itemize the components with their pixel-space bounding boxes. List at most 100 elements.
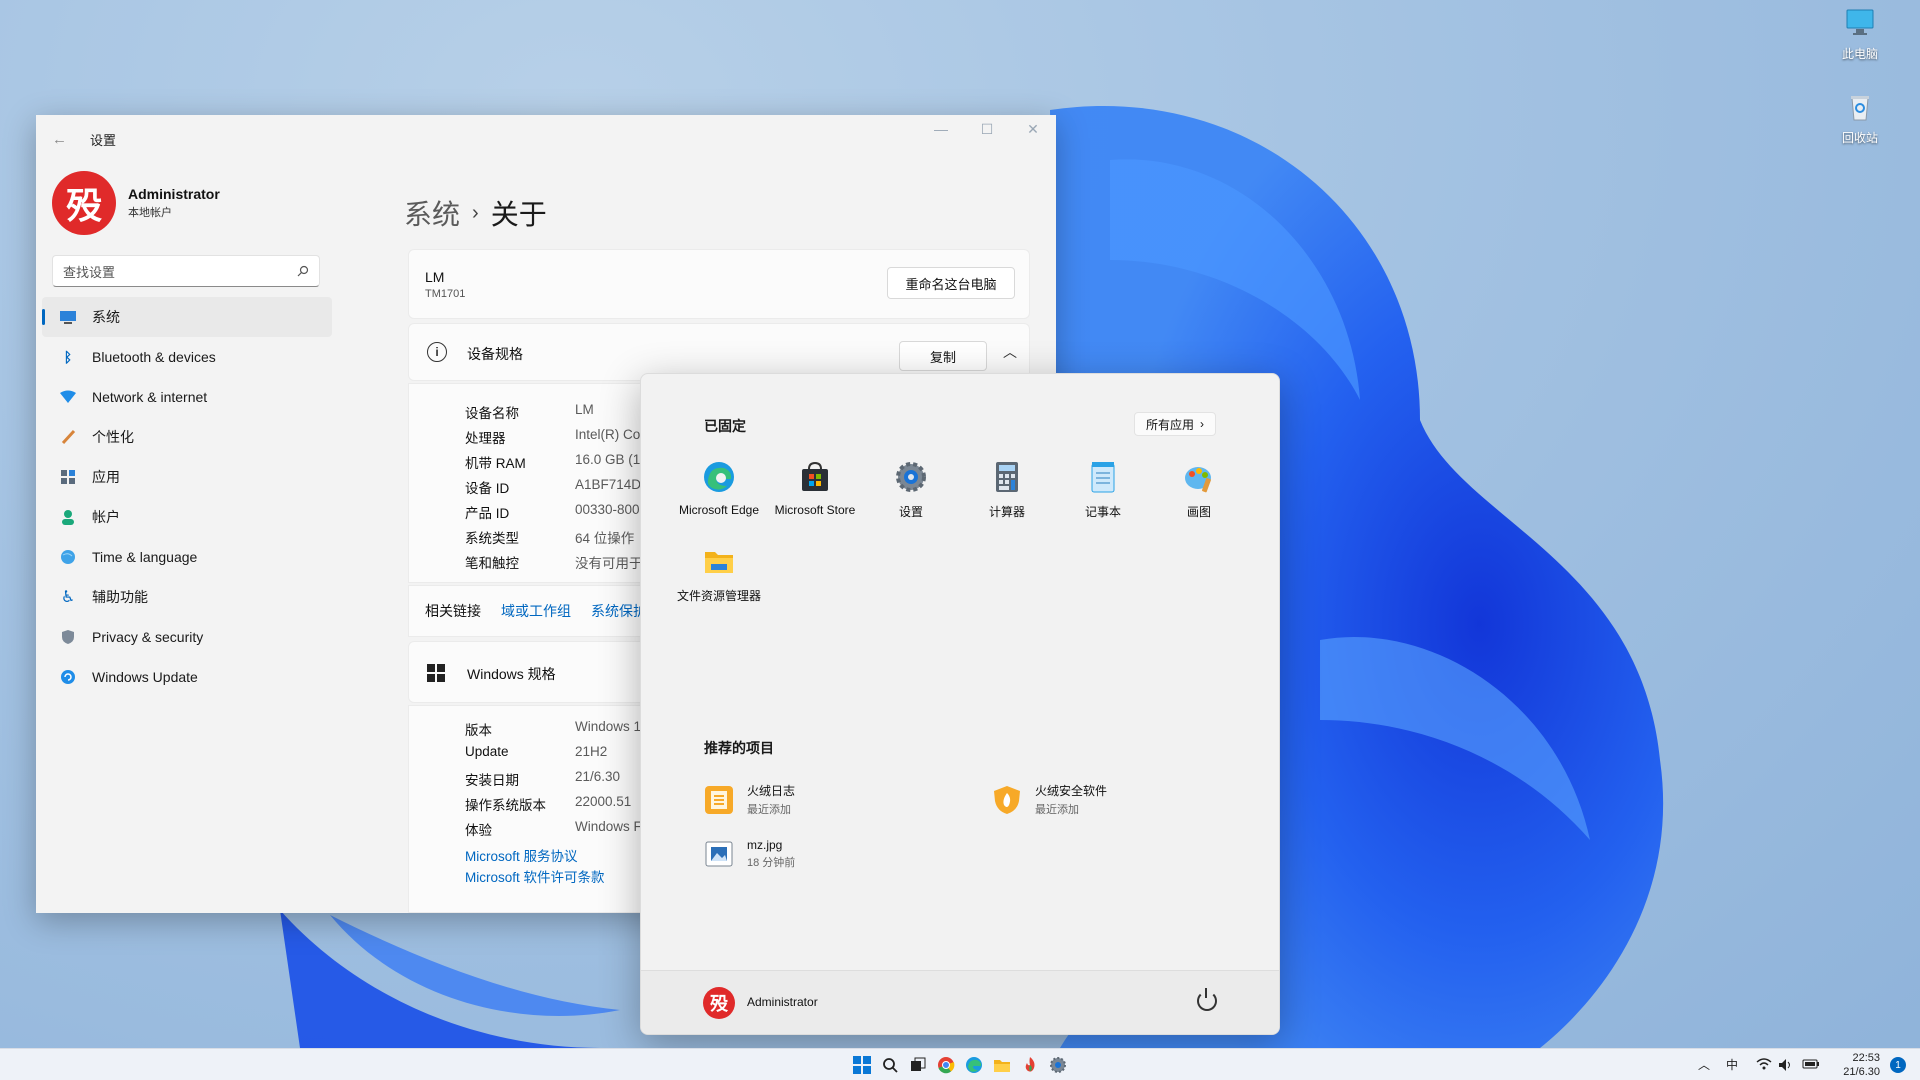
- settings-gear-icon[interactable]: [1048, 1055, 1068, 1075]
- monitor-icon: [1846, 9, 1874, 35]
- user-name[interactable]: Administrator: [747, 995, 818, 1009]
- spec-value: Windows 1: [575, 719, 642, 734]
- sidebar-item-bluetooth[interactable]: ᛒ Bluetooth & devices: [42, 337, 332, 377]
- domain-workgroup-link[interactable]: 域或工作组: [501, 601, 571, 621]
- start-menu: 已固定 所有应用 › Microsoft Edge Microsoft Stor…: [640, 373, 1280, 1035]
- battery-icon[interactable]: [1802, 1058, 1820, 1070]
- taskbar-clock[interactable]: 22:53 21/6.30: [1843, 1051, 1880, 1079]
- chevron-up-icon[interactable]: ︿: [1003, 342, 1017, 362]
- recommended-item-title: mz.jpg: [747, 838, 783, 852]
- all-apps-button[interactable]: 所有应用 ›: [1134, 412, 1216, 436]
- spec-value: 21/6.30: [575, 769, 621, 784]
- apps-icon: [58, 467, 78, 487]
- spec-label: 处理器: [465, 431, 506, 446]
- chrome-icon[interactable]: [936, 1055, 956, 1075]
- maximize-icon[interactable]: ☐: [964, 121, 1010, 138]
- edge-icon[interactable]: [964, 1055, 984, 1075]
- person-icon: [58, 507, 78, 527]
- recommended-item[interactable]: 火绒安全软件 最近添加: [991, 782, 1107, 817]
- desktop-icon-recycle-bin[interactable]: 回收站: [1820, 92, 1900, 146]
- back-arrow-icon[interactable]: ←: [52, 131, 72, 148]
- pinned-app-notepad[interactable]: 记事本: [1055, 460, 1151, 520]
- pinned-app-file-explorer[interactable]: 文件资源管理器: [671, 544, 767, 604]
- file-explorer-icon[interactable]: [992, 1055, 1012, 1075]
- pinned-app-label: Microsoft Edge: [678, 503, 760, 517]
- pinned-app-store[interactable]: Microsoft Store: [767, 460, 863, 517]
- paint-icon: [1185, 467, 1211, 493]
- spec-value: 64 位操作: [575, 531, 635, 546]
- sidebar-item-label: 应用: [92, 469, 120, 485]
- recommended-item-sub: 18 分钟前: [747, 857, 796, 869]
- pc-name-card: LM TM1701 重命名这台电脑: [408, 249, 1030, 319]
- recommended-title: 推荐的项目: [704, 740, 774, 756]
- search-input[interactable]: 查找设置: [52, 255, 320, 287]
- settings-gear-icon: [896, 462, 926, 492]
- chevron-up-icon[interactable]: ︿: [1698, 1056, 1710, 1073]
- spec-label: Update: [465, 744, 509, 759]
- ms-services-agreement-link[interactable]: Microsoft 服务协议: [465, 845, 578, 865]
- volume-icon[interactable]: [1778, 1058, 1794, 1072]
- spec-label: 设备 ID: [465, 481, 510, 496]
- pinned-app-settings[interactable]: 设置: [863, 460, 959, 520]
- taskbar: ︿ 中 22:53 21/6.30 1: [0, 1048, 1920, 1080]
- sidebar-item-label: Time & language: [92, 549, 198, 565]
- spec-value: Intel(R) Co: [575, 427, 641, 442]
- task-view-icon[interactable]: [908, 1055, 928, 1075]
- huorong-shield-icon: [994, 785, 1020, 814]
- sidebar-item-label: 个性化: [92, 429, 134, 445]
- recycle-bin-icon: [1851, 96, 1869, 121]
- sidebar-item-windows-update[interactable]: Windows Update: [42, 657, 332, 697]
- spec-value: 22000.51: [575, 794, 632, 809]
- user-profile[interactable]: 殁 Administrator 本地帐户: [52, 171, 220, 235]
- close-icon[interactable]: ✕: [1010, 121, 1056, 138]
- spec-label: 设备名称: [465, 406, 519, 421]
- shield-icon: [58, 627, 78, 647]
- sidebar-item-personalization[interactable]: 个性化: [42, 417, 332, 457]
- start-button[interactable]: [852, 1055, 872, 1075]
- sidebar-item-apps[interactable]: 应用: [42, 457, 332, 497]
- brush-icon: [58, 427, 78, 447]
- minimize-icon[interactable]: —: [918, 121, 964, 138]
- windows-logo-icon: [853, 1056, 871, 1074]
- spec-label: 版本: [465, 723, 492, 738]
- sidebar-item-privacy[interactable]: Privacy & security: [42, 617, 332, 657]
- recommended-item[interactable]: mz.jpg 18 分钟前: [703, 838, 795, 870]
- calculator-icon: [996, 462, 1018, 492]
- spec-value: 21H2: [575, 744, 608, 759]
- taskbar-search-icon[interactable]: [880, 1055, 900, 1075]
- sidebar-item-network[interactable]: Network & internet: [42, 377, 332, 417]
- rename-pc-button[interactable]: 重命名这台电脑: [887, 267, 1015, 299]
- windows-spec-title: Windows 规格: [467, 666, 556, 682]
- ms-license-terms-link[interactable]: Microsoft 软件许可条款: [465, 866, 605, 886]
- sidebar-item-accounts[interactable]: 帐户: [42, 497, 332, 537]
- all-apps-label: 所有应用: [1145, 417, 1194, 432]
- notification-badge[interactable]: 1: [1890, 1057, 1906, 1073]
- sidebar-item-label: Network & internet: [92, 389, 208, 405]
- pinned-app-label: 文件资源管理器: [676, 589, 761, 603]
- sidebar-item-accessibility[interactable]: ♿ 辅助功能: [42, 577, 332, 617]
- clock-time: 22:53: [1852, 1052, 1880, 1064]
- sidebar-item-system[interactable]: 系统: [42, 297, 332, 337]
- folder-icon: [705, 552, 733, 573]
- power-icon[interactable]: [1197, 988, 1217, 1011]
- ime-indicator[interactable]: 中: [1726, 1056, 1738, 1073]
- notepad-icon: [1091, 462, 1115, 493]
- desktop-icon-label: 此电脑: [1841, 47, 1878, 61]
- wifi-icon[interactable]: [1756, 1058, 1772, 1070]
- sidebar-item-label: Privacy & security: [92, 629, 204, 645]
- huorong-icon[interactable]: [1020, 1055, 1040, 1075]
- spec-label: 笔和触控: [465, 556, 519, 571]
- spec-value: 16.0 GB (15: [575, 452, 648, 467]
- recommended-item[interactable]: 火绒日志 最近添加: [703, 782, 795, 817]
- system-protection-link[interactable]: 系统保护: [591, 601, 647, 621]
- desktop-icon-this-pc[interactable]: 此电脑: [1820, 8, 1900, 62]
- copy-button[interactable]: 复制: [899, 341, 987, 371]
- avatar[interactable]: 殁: [703, 987, 735, 1019]
- pinned-app-paint[interactable]: 画图: [1151, 460, 1247, 520]
- pinned-app-calculator[interactable]: 计算器: [959, 460, 1055, 520]
- pinned-app-label: 画图: [1186, 505, 1211, 519]
- breadcrumb-parent[interactable]: 系统: [404, 193, 460, 233]
- sidebar-item-time-language[interactable]: Time & language: [42, 537, 332, 577]
- pinned-app-edge[interactable]: Microsoft Edge: [671, 460, 767, 517]
- sidebar-item-label: 系统: [92, 309, 120, 325]
